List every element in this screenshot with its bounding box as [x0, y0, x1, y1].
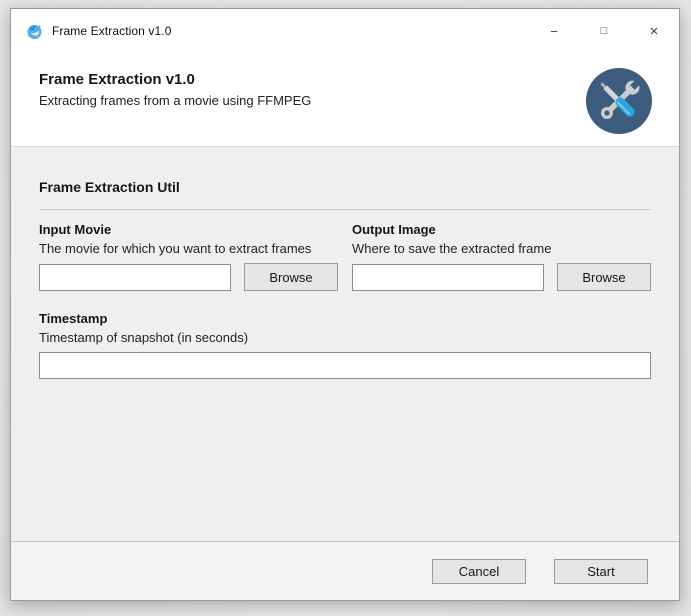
- section-divider: [39, 209, 651, 210]
- titlebar[interactable]: Frame Extraction v1.0 − □ ×: [11, 9, 679, 53]
- desktop-background: Frame Extraction v1.0 − □ × Frame Extrac…: [0, 0, 691, 616]
- output-image-field: Output Image Where to save the extracted…: [352, 222, 651, 291]
- minimize-icon: −: [550, 23, 558, 39]
- footer: Cancel Start: [11, 541, 679, 600]
- input-movie-row: Browse: [39, 263, 338, 291]
- window-title: Frame Extraction v1.0: [52, 24, 172, 38]
- form-area: Frame Extraction Util Input Movie The mo…: [11, 147, 679, 541]
- app-header: Frame Extraction v1.0 Extracting frames …: [11, 53, 679, 147]
- wrench-screwdriver-icon: [586, 68, 652, 134]
- output-image-description: Where to save the extracted frame: [352, 241, 552, 256]
- app-title: Frame Extraction v1.0: [39, 71, 195, 88]
- cancel-button[interactable]: Cancel: [432, 558, 526, 584]
- input-movie-input[interactable]: [39, 263, 231, 291]
- output-image-input[interactable]: [352, 263, 544, 291]
- output-image-row: Browse: [352, 263, 651, 291]
- splash-icon: [27, 24, 42, 39]
- output-image-browse-button[interactable]: Browse: [557, 263, 651, 291]
- maximize-icon: □: [600, 25, 608, 37]
- input-movie-label: Input Movie: [39, 222, 112, 237]
- timestamp-field: Timestamp Timestamp of snapshot (in seco…: [39, 311, 651, 379]
- section-title: Frame Extraction Util: [39, 179, 180, 195]
- close-button[interactable]: ×: [629, 9, 679, 53]
- output-image-label: Output Image: [352, 222, 436, 237]
- fields-grid: Input Movie The movie for which you want…: [39, 222, 651, 291]
- app-window: Frame Extraction v1.0 − □ × Frame Extrac…: [10, 8, 680, 601]
- timestamp-description: Timestamp of snapshot (in seconds): [39, 330, 249, 345]
- timestamp-input[interactable]: [39, 352, 651, 379]
- start-button[interactable]: Start: [554, 558, 648, 584]
- minimize-button[interactable]: −: [529, 9, 579, 53]
- input-movie-field: Input Movie The movie for which you want…: [39, 222, 338, 291]
- window-controls: − □ ×: [529, 9, 679, 53]
- input-movie-description: The movie for which you want to extract …: [39, 241, 312, 256]
- maximize-button[interactable]: □: [579, 9, 629, 53]
- close-icon: ×: [649, 22, 659, 40]
- app-subtitle: Extracting frames from a movie using FFM…: [39, 93, 312, 108]
- timestamp-label: Timestamp: [39, 311, 108, 326]
- input-movie-browse-button[interactable]: Browse: [244, 263, 338, 291]
